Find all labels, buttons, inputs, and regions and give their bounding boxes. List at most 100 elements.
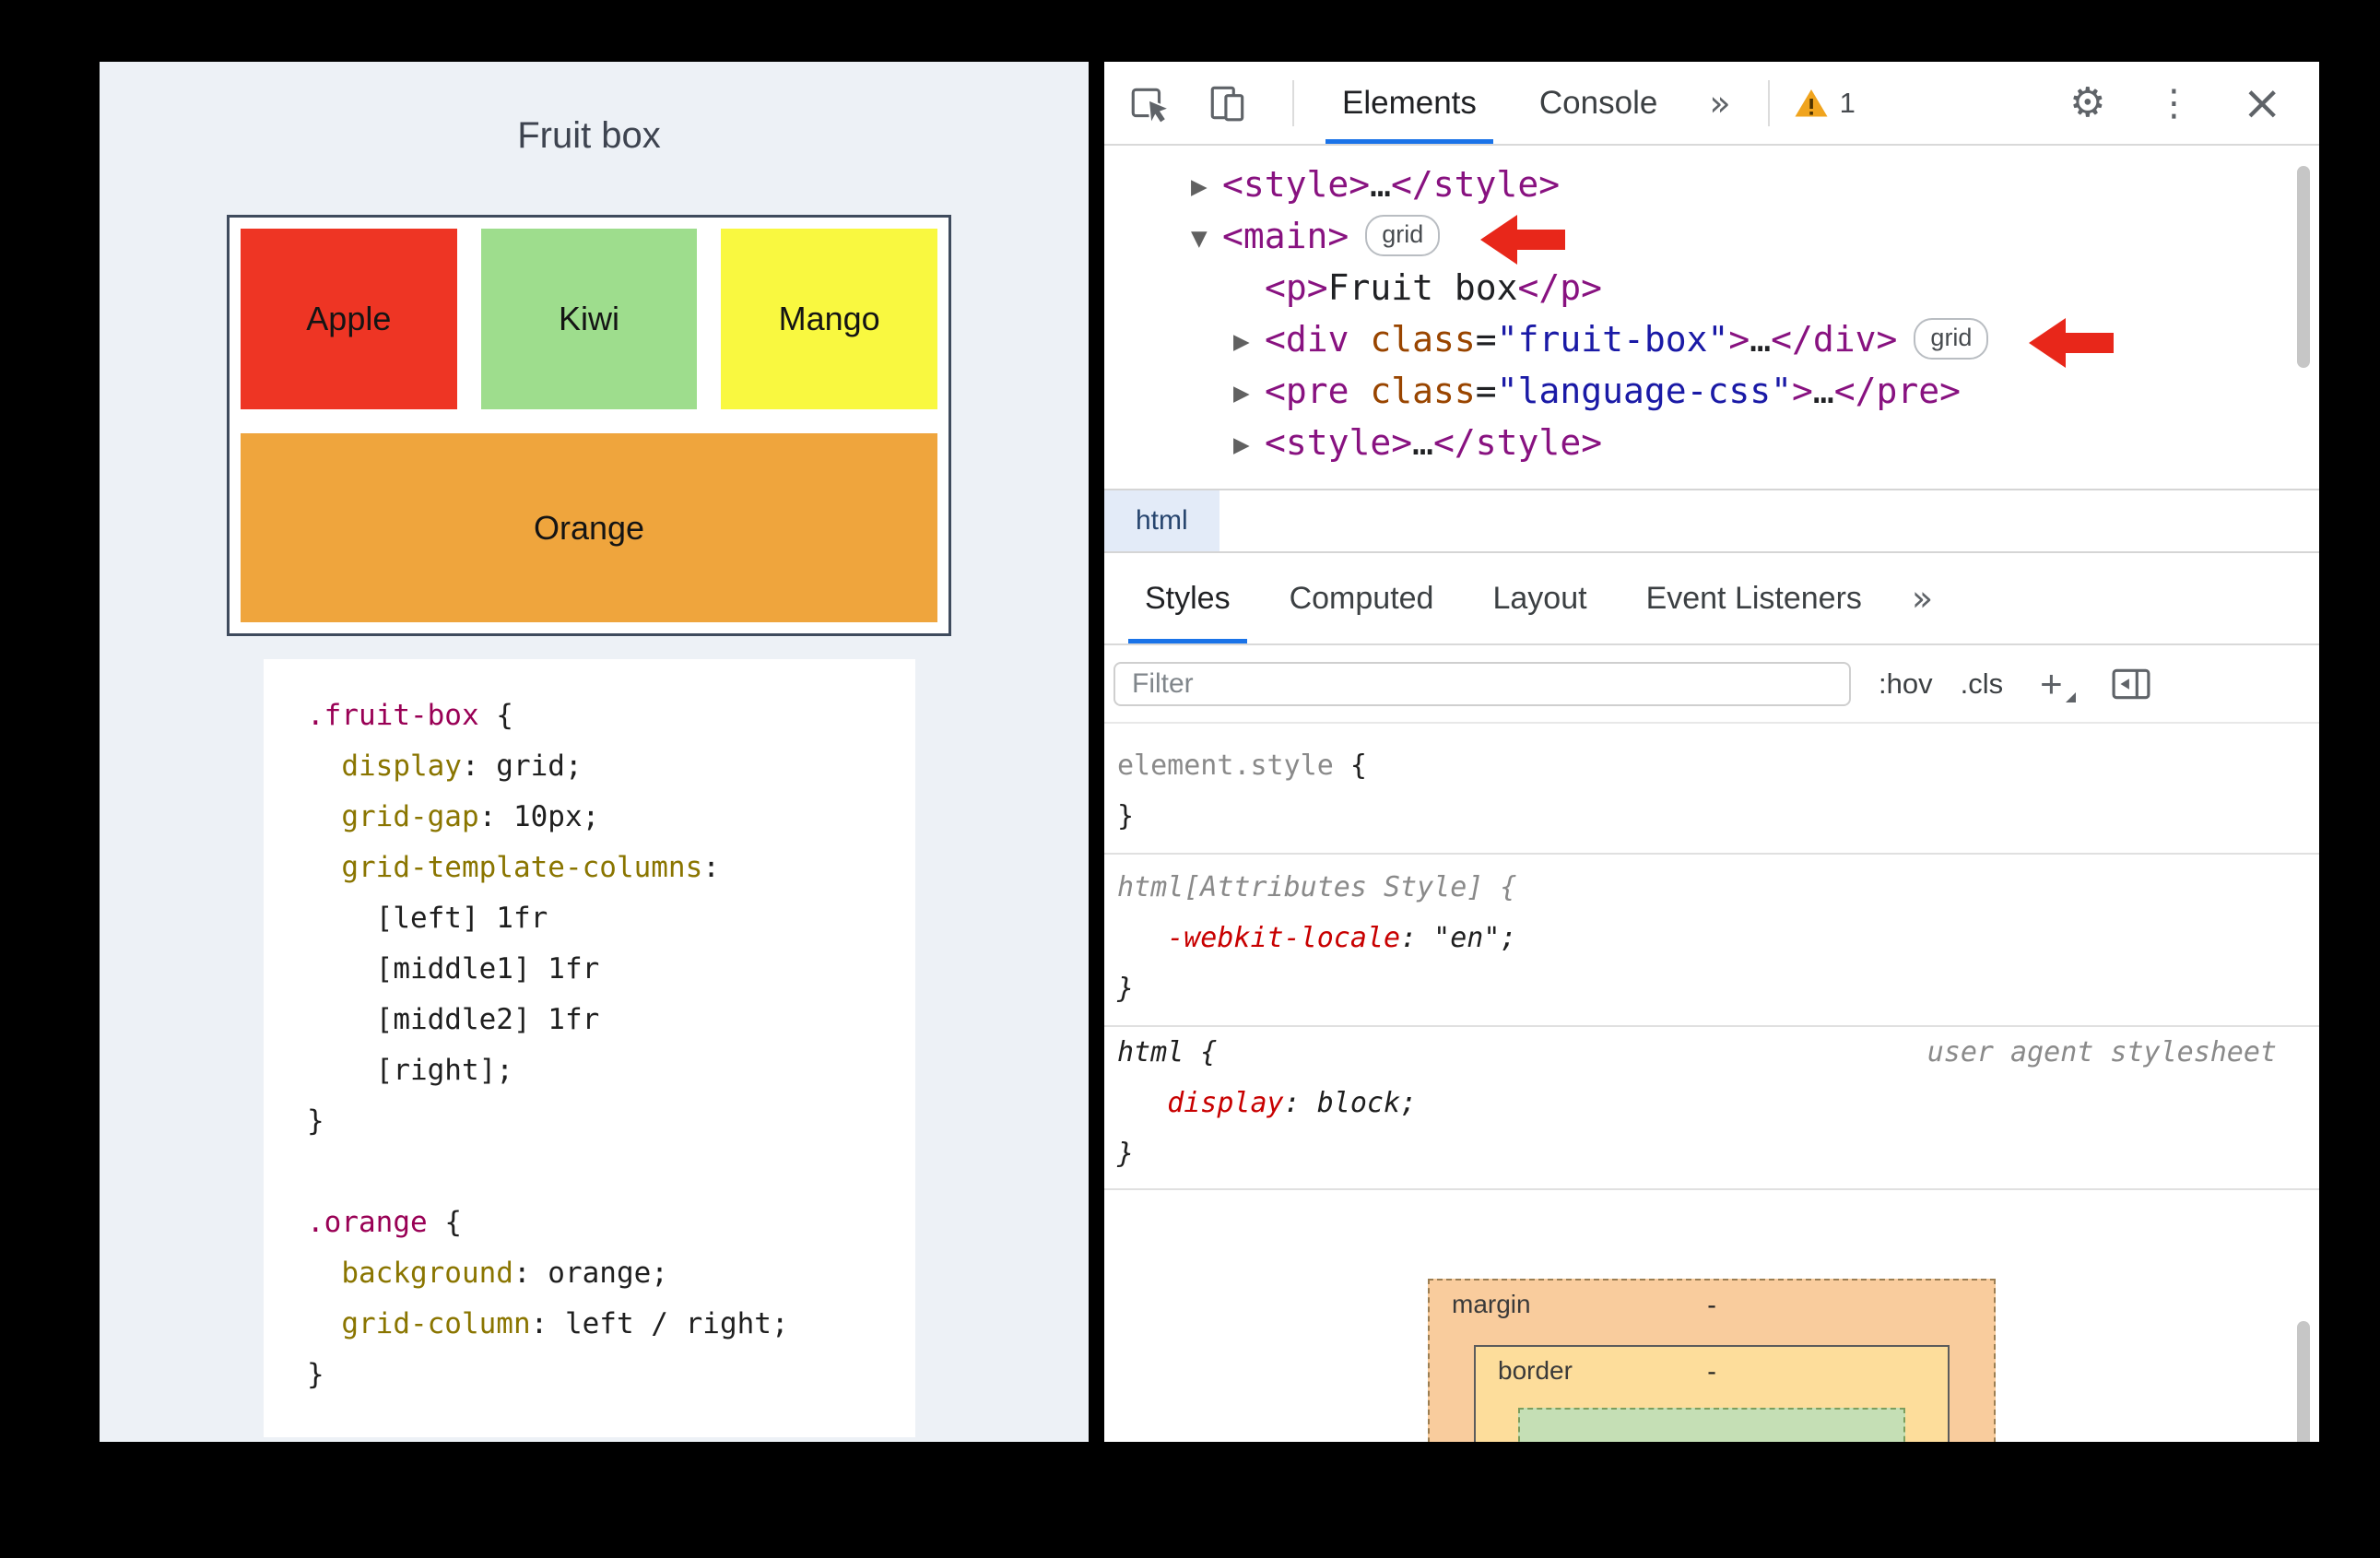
- box-model-margin[interactable]: margin - border -: [1428, 1279, 1996, 1442]
- sidebar-tabs: Styles Computed Layout Event Listeners »: [1104, 553, 2319, 645]
- dom-tree-node[interactable]: ▶ <style>…</style>: [1104, 417, 2319, 468]
- styles-filter-input[interactable]: [1113, 661, 1851, 706]
- device-toolbar-icon[interactable]: [1204, 79, 1252, 127]
- token: …: [1750, 319, 1772, 360]
- plus-icon: +: [2040, 661, 2063, 705]
- token: >: [1791, 371, 1813, 411]
- token: <p>: [1265, 267, 1328, 308]
- inspect-element-icon[interactable]: [1125, 79, 1172, 127]
- new-style-rule-button[interactable]: +: [2040, 662, 2076, 706]
- token: =: [1475, 319, 1497, 360]
- token: <style>: [1265, 422, 1413, 463]
- code-line: display: grid;: [307, 741, 915, 792]
- token: html: [1117, 1036, 1184, 1068]
- token: element.style: [1117, 749, 1334, 782]
- code-line: grid-column: left / right;: [307, 1299, 915, 1350]
- style-rule[interactable]: html[Attributes Style] { -webkit-locale:…: [1104, 855, 2319, 1027]
- tab-computed[interactable]: Computed: [1260, 553, 1464, 643]
- tab-layout[interactable]: Layout: [1463, 553, 1616, 643]
- token: {: [427, 1206, 462, 1239]
- style-rule-line[interactable]: }: [1104, 791, 2319, 842]
- grid-badge[interactable]: grid: [1914, 318, 1989, 360]
- style-rule-line[interactable]: html {user agent stylesheet: [1104, 1027, 2319, 1078]
- expand-arrow-closed-icon[interactable]: ▶: [1191, 161, 1222, 213]
- breadcrumb-item-html[interactable]: html: [1104, 490, 1219, 551]
- tab-elements[interactable]: Elements: [1311, 62, 1508, 144]
- token: "language-css": [1496, 371, 1792, 411]
- token: : grid;: [461, 749, 583, 783]
- token: }: [1117, 1138, 1135, 1170]
- new-style-rule-dropdown-icon: [2065, 691, 2076, 702]
- tab-elements-label: Elements: [1342, 84, 1477, 121]
- styles-scrollbar[interactable]: [2297, 1321, 2310, 1442]
- token: <div: [1265, 319, 1349, 360]
- dom-tree-node[interactable]: ▶ <style>…</style>: [1104, 159, 2319, 210]
- token: </style>: [1433, 422, 1603, 463]
- settings-gear-icon[interactable]: ⚙: [2069, 82, 2105, 124]
- token: >: [1728, 319, 1750, 360]
- tab-event-listeners-label: Event Listeners: [1645, 580, 1862, 616]
- grid-badge[interactable]: grid: [1365, 215, 1441, 256]
- token: [left] 1fr: [307, 902, 548, 935]
- tab-console[interactable]: Console: [1508, 62, 1689, 144]
- tab-console-label: Console: [1538, 84, 1658, 121]
- annotation-red-arrow-icon: [2029, 315, 2115, 369]
- token: }: [1117, 800, 1135, 832]
- css-code-block: .fruit-box { display: grid; grid-gap: 10…: [264, 659, 915, 1437]
- code-line: grid-template-columns:: [307, 843, 915, 893]
- token: {: [1333, 749, 1367, 782]
- code-line: [right];: [307, 1045, 915, 1096]
- token: {: [1184, 1036, 1218, 1068]
- box-model-margin-top-value[interactable]: -: [1430, 1290, 1994, 1320]
- element-classes-button[interactable]: .cls: [1961, 667, 2004, 701]
- token: grid-template-columns: [341, 851, 703, 884]
- toggle-element-state-button[interactable]: :hov: [1879, 667, 1933, 701]
- expand-arrow-closed-icon[interactable]: ▶: [1233, 316, 1265, 368]
- style-rule-line[interactable]: }: [1104, 1128, 2319, 1179]
- expand-arrow-closed-icon[interactable]: ▶: [1233, 419, 1265, 471]
- token: : block;: [1283, 1087, 1418, 1119]
- dom-tree-node[interactable]: ▶ <pre class="language-css">…</pre>: [1104, 365, 2319, 417]
- token: [middle2] 1fr: [307, 1003, 600, 1036]
- style-rule-line[interactable]: html[Attributes Style] {: [1104, 862, 2319, 913]
- style-rule[interactable]: element.style {}: [1104, 724, 2319, 855]
- page-title: Fruit box: [517, 115, 661, 156]
- close-devtools-icon[interactable]: ×: [2242, 79, 2282, 127]
- dom-tree-node[interactable]: <p>Fruit box</p>: [1104, 262, 2319, 313]
- tab-styles-label: Styles: [1145, 580, 1231, 616]
- token: display: [341, 749, 462, 783]
- devtools-panel: Elements Console » 1 ⚙ ⋮ × ▶ <style>…</st…: [1104, 62, 2319, 1442]
- box-model-diagram[interactable]: margin - border -: [1104, 1190, 2319, 1442]
- more-options-icon[interactable]: ⋮: [2155, 85, 2192, 122]
- dom-scrollbar[interactable]: [2297, 166, 2310, 368]
- style-rule-line[interactable]: element.style {: [1104, 740, 2319, 791]
- token: .fruit-box: [307, 699, 479, 732]
- fruit-box-grid: Apple Kiwi Mango Orange: [227, 215, 951, 636]
- token: </style>: [1391, 164, 1561, 205]
- expand-arrow-open-icon[interactable]: ▼: [1191, 213, 1222, 265]
- dom-tree-node[interactable]: ▶ <div class="fruit-box">…</div> grid: [1104, 313, 2319, 369]
- tab-event-listeners[interactable]: Event Listeners: [1617, 553, 1891, 643]
- fruit-cell-apple: Apple: [241, 229, 457, 409]
- more-tabs-icon[interactable]: »: [1709, 86, 1730, 121]
- token: …: [1412, 422, 1434, 463]
- style-rule-line[interactable]: }: [1104, 963, 2319, 1014]
- warning-count: 1: [1839, 86, 1856, 119]
- warning-indicator[interactable]: 1: [1794, 87, 1856, 120]
- token: grid-column: [341, 1307, 531, 1340]
- annotation-red-arrow-icon: [1480, 212, 1566, 266]
- more-panels-icon[interactable]: »: [1912, 581, 1933, 616]
- token: [right];: [307, 1054, 513, 1087]
- style-rule-line[interactable]: display: block;: [1104, 1078, 2319, 1128]
- style-rule-line[interactable]: -webkit-locale: "en";: [1104, 913, 2319, 963]
- toggle-sidebar-icon[interactable]: [2107, 660, 2155, 708]
- style-rule[interactable]: html {user agent stylesheet display: blo…: [1104, 1027, 2319, 1190]
- expand-arrow-closed-icon[interactable]: ▶: [1233, 368, 1265, 419]
- box-model-border-top-value[interactable]: -: [1476, 1356, 1948, 1387]
- box-model-padding[interactable]: [1518, 1408, 1905, 1442]
- dom-tree-node[interactable]: ▼ <main> grid: [1104, 210, 2319, 266]
- tab-styles[interactable]: Styles: [1115, 553, 1260, 643]
- box-model-border[interactable]: border -: [1474, 1345, 1950, 1442]
- code-line: background: orange;: [307, 1248, 915, 1299]
